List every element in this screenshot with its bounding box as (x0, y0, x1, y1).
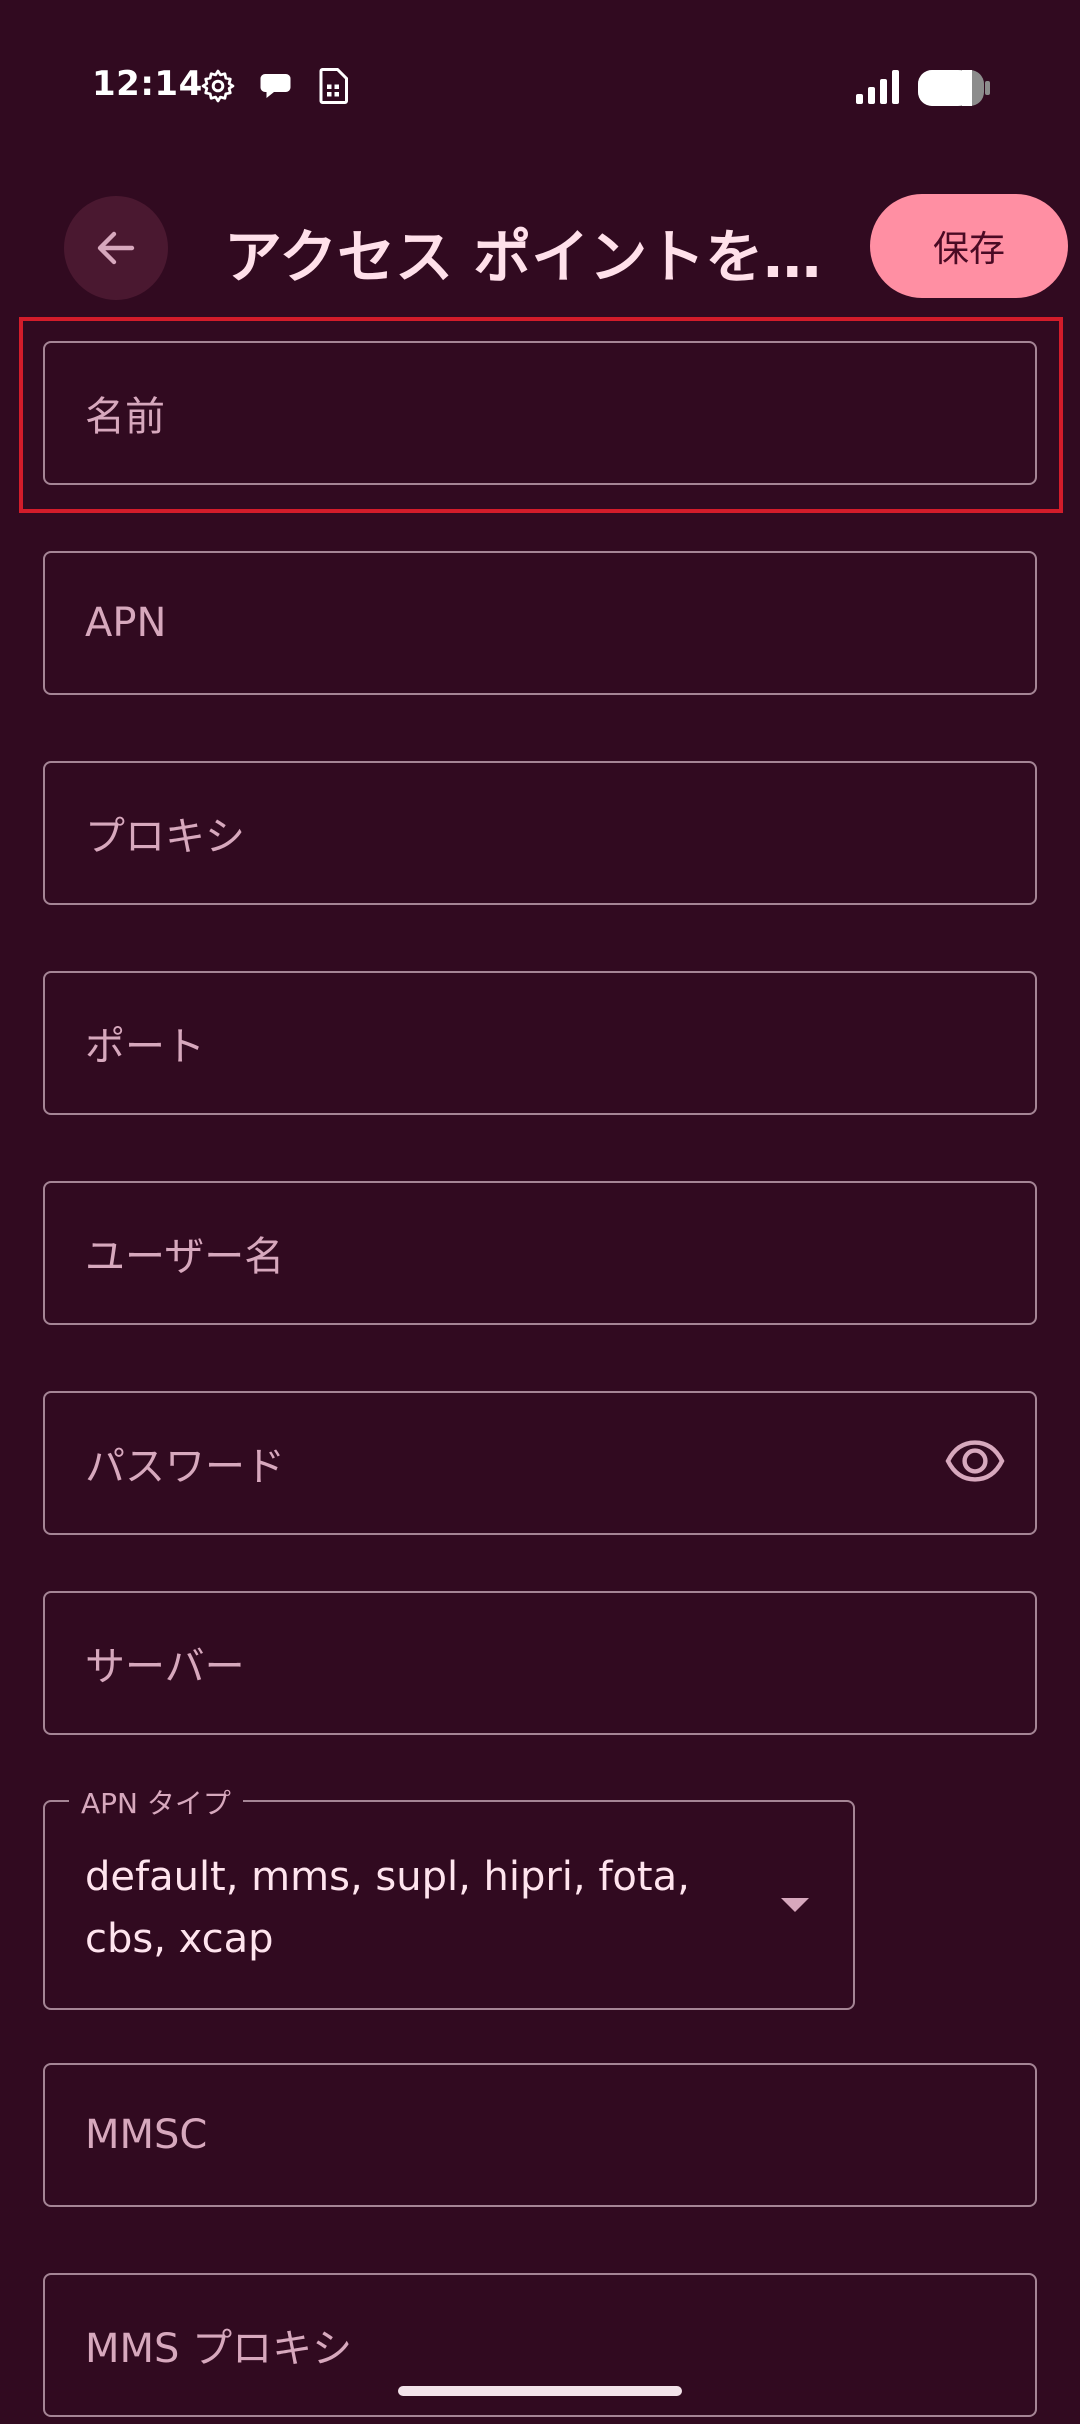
mmsc-field-placeholder: MMSC (85, 2112, 208, 2158)
password-field-placeholder: パスワード (85, 1444, 285, 1490)
password-field[interactable]: パスワード (43, 1391, 1037, 1535)
apn-type-value: default, mms, supl, hipri, fota, cbs, xc… (85, 1854, 690, 1962)
arrow-back-icon (97, 231, 135, 265)
apn-type-label: APN タイプ (69, 1782, 243, 1822)
home-indicator[interactable] (398, 2386, 682, 2396)
server-field[interactable]: サーバー (43, 1591, 1037, 1735)
username-field[interactable]: ユーザー名 (43, 1181, 1037, 1325)
apn-type-dropdown[interactable]: APN タイプ default, mms, supl, hipri, fota,… (43, 1782, 855, 2010)
apn-field[interactable]: APN (43, 551, 1037, 695)
battery-icon (918, 70, 990, 106)
dropdown-arrow-icon (781, 1898, 809, 1912)
page-title: アクセス ポイントを… (224, 223, 822, 291)
chat-bubble-icon (258, 68, 296, 104)
show-password-eye-icon[interactable] (945, 1439, 1005, 1487)
port-field[interactable]: ポート (43, 971, 1037, 1115)
status-time: 12:14 (92, 64, 203, 104)
server-field-placeholder: サーバー (85, 1644, 245, 1690)
back-button[interactable] (64, 196, 168, 300)
proxy-field-placeholder: プロキシ (85, 814, 245, 860)
access-point-edit-screen: 12:14 アクセス ポイントを… 保存 名前 APN プロキシ ポート ユーザ… (0, 0, 1080, 2424)
username-field-placeholder: ユーザー名 (85, 1234, 285, 1280)
highlight-box (19, 317, 1063, 513)
sim-card-icon (318, 68, 348, 104)
save-button[interactable]: 保存 (870, 194, 1068, 298)
proxy-field[interactable]: プロキシ (43, 761, 1037, 905)
settings-gear-icon (200, 68, 236, 104)
apn-field-placeholder: APN (85, 600, 167, 646)
mmsc-field[interactable]: MMSC (43, 2063, 1037, 2207)
signal-icon (856, 70, 902, 104)
port-field-placeholder: ポート (85, 1024, 205, 1070)
mms-proxy-field-placeholder: MMS プロキシ (85, 2326, 353, 2372)
